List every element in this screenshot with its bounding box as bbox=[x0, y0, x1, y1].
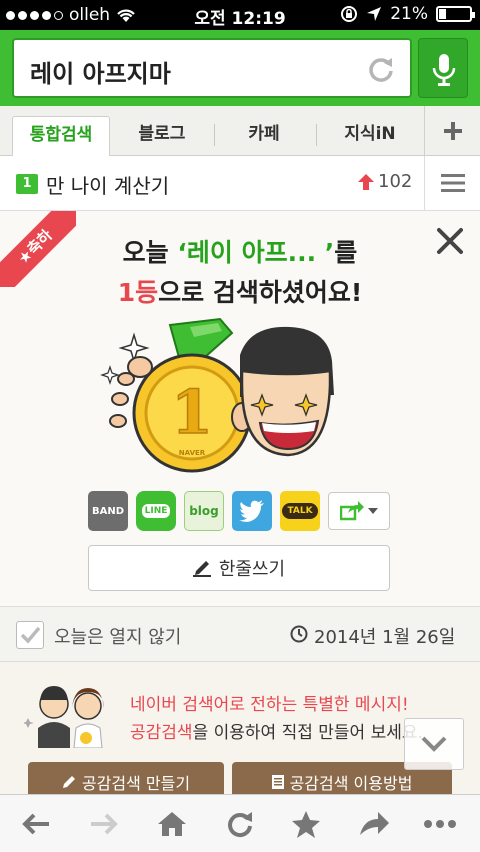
share-export-icon bbox=[340, 501, 364, 521]
browser-toolbar bbox=[0, 794, 480, 852]
search-date: 2014년 1월 26일 bbox=[314, 627, 456, 648]
forward-arrow-icon bbox=[91, 813, 118, 835]
home-icon bbox=[158, 812, 186, 836]
share-page-button[interactable] bbox=[356, 808, 392, 840]
make-button-label: 공감검색 만들기 bbox=[81, 774, 191, 793]
share-line-label: LINE bbox=[141, 504, 171, 518]
chevron-down-icon bbox=[421, 736, 447, 752]
refresh-icon[interactable] bbox=[366, 54, 396, 84]
hide-today-row: 오늘은 열지 않기 2014년 1월 26일 bbox=[0, 606, 480, 662]
congrats-message-line2: 1등으로 검색하셨어요! bbox=[0, 273, 480, 309]
plus-icon bbox=[443, 122, 462, 140]
couple-illustration bbox=[24, 686, 104, 748]
back-button[interactable] bbox=[18, 808, 54, 840]
checkmark-icon bbox=[20, 626, 41, 644]
promo-line2-rest: 을 이용하여 직접 만들어 보세요. bbox=[192, 723, 423, 743]
search-header: 레이 아프지마 bbox=[0, 30, 480, 106]
msg-suffix: 를 bbox=[334, 238, 358, 267]
share-twitter-button[interactable] bbox=[232, 491, 272, 531]
share-line-button[interactable]: LINE bbox=[136, 491, 176, 531]
share-band-button[interactable]: BAND bbox=[88, 491, 128, 531]
howto-button-label: 공감검색 이용방법 bbox=[289, 774, 413, 793]
home-button[interactable] bbox=[154, 808, 190, 840]
pencil-icon bbox=[62, 776, 75, 788]
tab-blog[interactable]: 블로그 bbox=[112, 116, 212, 156]
share-arrow-icon bbox=[360, 812, 389, 835]
more-dots-icon bbox=[424, 820, 456, 828]
share-kakaotalk-label: TALK bbox=[282, 503, 318, 519]
tab-knowledge-in[interactable]: 지식iN bbox=[318, 116, 422, 156]
msg-rank: 1등 bbox=[117, 278, 159, 307]
write-oneline-button[interactable]: 한줄쓰기 bbox=[88, 545, 390, 591]
msg-prefix: 오늘 bbox=[122, 238, 178, 267]
more-menu-button[interactable] bbox=[422, 808, 458, 840]
msg-rank-suffix: 으로 검색하셨어요! bbox=[158, 278, 363, 307]
trend-count: 102 bbox=[378, 171, 413, 192]
trend-keyword[interactable]: 만 나이 계산기 bbox=[46, 170, 169, 199]
share-blog-label: blog bbox=[189, 504, 219, 518]
twitter-bird-icon bbox=[239, 500, 264, 522]
promo-line2: 공감검색을 이용하여 직접 만들어 보세요. bbox=[130, 718, 423, 743]
status-right: 21% bbox=[340, 4, 475, 24]
search-tabs: 통합검색 블로그 카페 지식iN bbox=[0, 106, 480, 156]
search-input[interactable]: 레이 아프지마 bbox=[12, 38, 412, 98]
status-bar: olleh 오전 12:19 21% bbox=[0, 0, 480, 30]
rotation-lock-icon bbox=[341, 6, 358, 22]
tab-cafe[interactable]: 카페 bbox=[216, 116, 312, 156]
clock-icon bbox=[290, 625, 308, 643]
tab-divider bbox=[214, 124, 215, 146]
tab-divider bbox=[316, 124, 317, 146]
battery-percent: 21% bbox=[390, 4, 428, 24]
bookmark-button[interactable] bbox=[288, 808, 324, 840]
msg-keyword: ‘레이 아프... ’ bbox=[177, 238, 335, 267]
location-icon bbox=[367, 7, 382, 21]
congrats-message-line1: 오늘 ‘레이 아프... ’를 bbox=[0, 233, 480, 269]
svg-text:1: 1 bbox=[171, 378, 213, 448]
trend-rank-badge: 1 bbox=[16, 174, 38, 194]
hide-today-label[interactable]: 오늘은 열지 않기 bbox=[54, 623, 181, 649]
trending-menu-button[interactable] bbox=[424, 156, 480, 210]
tab-integrated[interactable]: 통합검색 bbox=[12, 116, 110, 156]
hamburger-menu-icon bbox=[440, 174, 465, 192]
promo-line1: 네이버 검색어로 전하는 특별한 메시지! bbox=[130, 695, 409, 715]
forward-button[interactable] bbox=[86, 808, 122, 840]
star-icon bbox=[292, 810, 320, 838]
add-tab-button[interactable] bbox=[424, 106, 480, 156]
reload-icon bbox=[228, 812, 252, 838]
dropdown-arrow-icon bbox=[368, 508, 378, 514]
voice-search-button[interactable] bbox=[418, 38, 468, 98]
document-icon bbox=[271, 775, 284, 789]
back-arrow-icon bbox=[22, 813, 49, 835]
write-oneline-label: 한줄쓰기 bbox=[218, 559, 286, 580]
share-band-label: BAND bbox=[91, 505, 125, 517]
congrats-card: ★축하 오늘 ‘레이 아프... ’를 1등으로 검색하셨어요! 1 NAVER bbox=[0, 211, 480, 606]
search-query: 레이 아프지마 bbox=[30, 60, 171, 88]
reload-button[interactable] bbox=[222, 808, 258, 840]
gold-medal-illustration: 1 NAVER bbox=[100, 317, 334, 473]
pencil-icon bbox=[192, 561, 211, 577]
medal-badge-text: NAVER bbox=[179, 449, 206, 457]
trending-keyword-row[interactable]: 1 만 나이 계산기 102 bbox=[0, 156, 480, 211]
share-kakaotalk-button[interactable]: TALK bbox=[280, 491, 320, 531]
promo-accent[interactable]: 공감검색 bbox=[130, 723, 193, 743]
share-more-button[interactable] bbox=[328, 492, 390, 530]
microphone-icon bbox=[432, 54, 456, 86]
scroll-down-button[interactable] bbox=[404, 718, 464, 770]
rank-up-arrow-icon bbox=[358, 174, 374, 190]
battery-icon bbox=[436, 6, 475, 22]
hide-today-checkbox[interactable] bbox=[16, 621, 44, 649]
share-blog-button[interactable]: blog bbox=[184, 491, 224, 531]
